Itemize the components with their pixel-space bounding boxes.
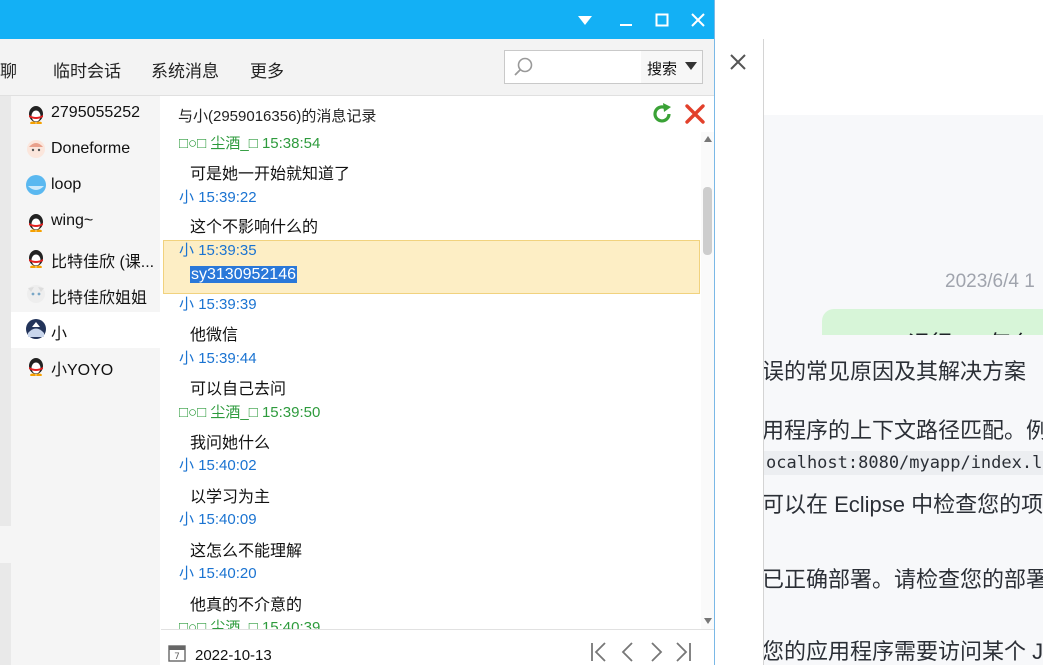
contact-item[interactable]: 比特佳欣 (课... bbox=[11, 240, 160, 276]
qq-message-history-window: 聊 临时会话 系统消息 更多 搜索 2795055252 Doneforme l… bbox=[0, 0, 715, 666]
contact-item[interactable]: 比特佳欣姐姐 bbox=[11, 276, 160, 312]
contact-name: 小YOYO bbox=[51, 362, 114, 379]
contact-item[interactable]: wing~ bbox=[11, 204, 160, 240]
penguin-icon bbox=[29, 106, 43, 124]
collapsed-panel bbox=[0, 96, 11, 526]
conversation-timestamp: 2023/6/4 1 bbox=[945, 271, 1035, 292]
tab-group-chat[interactable]: 聊 bbox=[0, 57, 17, 82]
cartoon-avatar-icon bbox=[27, 140, 45, 158]
answer-line: 已正确部署。请检查您的部署 bbox=[762, 567, 1043, 592]
refresh-icon[interactable] bbox=[650, 102, 674, 126]
next-page-icon[interactable] bbox=[644, 640, 668, 664]
svg-text:7: 7 bbox=[174, 652, 180, 662]
message-list: □○□ 尘酒_□ 15:38:54 可是她一开始就知道了 小 15:39:22 … bbox=[161, 132, 701, 629]
selected-text[interactable]: sy3130952146 bbox=[190, 266, 297, 283]
delete-icon[interactable] bbox=[683, 102, 707, 126]
scroll-up-icon[interactable] bbox=[704, 136, 712, 142]
tab-temp-session[interactable]: 临时会话 bbox=[53, 57, 121, 82]
search-button[interactable]: 搜索 bbox=[641, 50, 703, 84]
scroll-thumb[interactable] bbox=[703, 187, 712, 255]
contact-item[interactable]: loop bbox=[11, 168, 160, 204]
first-page-icon[interactable] bbox=[587, 640, 611, 664]
contact-list: 2795055252 Doneforme loop wing~ 比特佳欣 (课.… bbox=[0, 96, 160, 665]
contact-item[interactable]: Doneforme bbox=[11, 132, 160, 168]
contact-name: Doneforme bbox=[51, 140, 131, 157]
message-text[interactable]: 这怎么不能理解 bbox=[190, 537, 302, 561]
dialog-frame bbox=[714, 39, 764, 665]
tab-more[interactable]: 更多 bbox=[250, 57, 284, 82]
contact-name: wing~ bbox=[51, 212, 94, 229]
message-text[interactable]: 可以自己去问 bbox=[190, 375, 286, 399]
previous-page-icon[interactable] bbox=[616, 640, 640, 664]
penguin-icon bbox=[29, 358, 43, 376]
answer-line: 用程序的上下文路径匹配。例 bbox=[762, 418, 1043, 443]
message-text[interactable]: 这个不影响什么的 bbox=[190, 213, 318, 237]
message-text[interactable]: 他微信 bbox=[190, 321, 238, 345]
history-date: 2022-10-13 bbox=[195, 647, 272, 664]
message-text[interactable]: 我问她什么 bbox=[190, 429, 270, 453]
contact-item[interactable]: 2795055252 bbox=[11, 96, 160, 132]
message-text[interactable]: 他真的不介意的 bbox=[190, 591, 302, 615]
search-input[interactable] bbox=[504, 50, 642, 84]
message-text[interactable]: 以学习为主 bbox=[190, 483, 270, 507]
answer-code-line: ocalhost:8080/myapp/index.l bbox=[762, 451, 1043, 475]
contact-item[interactable]: 小YOYO bbox=[11, 348, 160, 384]
scroll-down-icon[interactable] bbox=[704, 618, 712, 624]
message-header: □○□ 尘酒_□ 15:40:39 bbox=[179, 619, 321, 629]
message-header: 小 15:40:09 bbox=[179, 511, 257, 528]
anime-avatar-icon bbox=[26, 319, 46, 339]
minimize-icon[interactable] bbox=[614, 8, 638, 32]
message-text[interactable]: 可是她一开始就知道了 bbox=[190, 160, 350, 184]
message-text-selected[interactable]: sy3130952146 bbox=[190, 266, 297, 284]
close-icon[interactable] bbox=[729, 50, 747, 78]
contact-item-selected[interactable]: 小 bbox=[11, 312, 160, 348]
chevron-down-icon[interactable] bbox=[685, 62, 697, 70]
cat-avatar-icon bbox=[27, 285, 45, 303]
tab-system-messages[interactable]: 系统消息 bbox=[151, 57, 219, 82]
history-footer: 7 2022-10-13 bbox=[161, 629, 714, 666]
answer-line: 可以在 Eclipse 中检查您的项目 bbox=[762, 492, 1043, 517]
contact-name: 小 bbox=[51, 326, 68, 343]
contact-name: 比特佳欣 (课... bbox=[51, 254, 155, 271]
collapsed-panel bbox=[0, 563, 11, 665]
message-header: 小 15:39:35 bbox=[179, 242, 257, 259]
message-header: 小 15:40:20 bbox=[179, 565, 257, 582]
background-topbar bbox=[714, 0, 1043, 23]
calendar-icon[interactable]: 7 bbox=[168, 644, 186, 662]
contact-name: 比特佳欣姐姐 bbox=[51, 290, 148, 307]
penguin-icon bbox=[29, 214, 43, 232]
maximize-icon[interactable] bbox=[650, 8, 674, 32]
chat-history-title: 与小(2959016356)的消息记录 bbox=[178, 108, 377, 125]
title-bar bbox=[0, 0, 714, 39]
blue-orb-avatar-icon bbox=[26, 175, 46, 195]
category-tabs: 聊 临时会话 系统消息 更多 搜索 bbox=[0, 39, 714, 96]
last-page-icon[interactable] bbox=[671, 640, 695, 664]
message-history-panel: 与小(2959016356)的消息记录 □○□ 尘酒_□ 15:38:54 可是… bbox=[161, 96, 714, 666]
message-header: □○□ 尘酒_□ 15:39:50 bbox=[179, 404, 321, 421]
penguin-icon bbox=[29, 250, 43, 268]
message-header: 小 15:39:22 bbox=[179, 189, 257, 206]
answer-line: 您的应用程序需要访问某个 Ja bbox=[762, 639, 1043, 664]
contact-name: loop bbox=[51, 176, 82, 193]
message-header: 小 15:39:39 bbox=[179, 296, 257, 313]
close-window-icon[interactable] bbox=[686, 8, 710, 32]
answer-line: 误的常见原因及其解决方案 bbox=[762, 359, 1027, 384]
message-header: □○□ 尘酒_□ 15:38:54 bbox=[179, 135, 321, 152]
vertical-scrollbar[interactable] bbox=[701, 132, 714, 629]
search-icon bbox=[514, 57, 533, 76]
dropdown-menu-icon[interactable] bbox=[573, 8, 597, 32]
message-header: 小 15:40:02 bbox=[179, 457, 257, 474]
contact-name: 2795055252 bbox=[51, 104, 140, 121]
message-header: 小 15:39:44 bbox=[179, 350, 257, 367]
search-button-label: 搜索 bbox=[647, 61, 678, 78]
